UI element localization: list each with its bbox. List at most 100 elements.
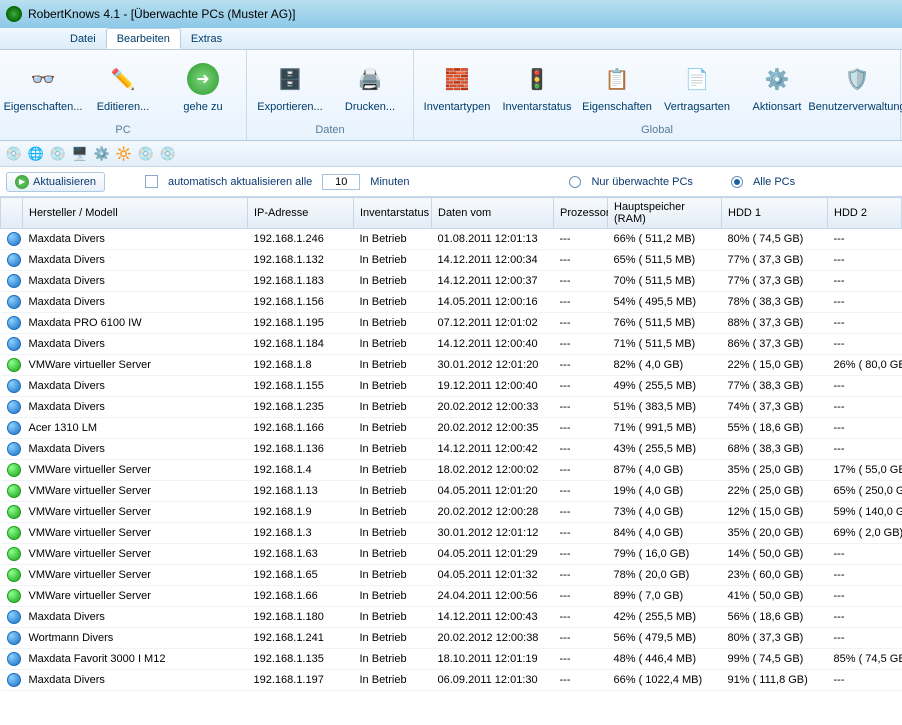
toolbar-btn-0[interactable]: 💿 (4, 144, 24, 164)
col-header-3[interactable]: Inventarstatus (354, 198, 432, 229)
table-row[interactable]: Maxdata Divers192.168.1.180In Betrieb14.… (1, 607, 902, 628)
cell: --- (554, 439, 608, 460)
col-header-2[interactable]: IP-Adresse (248, 198, 354, 229)
cell: 48% ( 446,4 MB) (608, 649, 722, 670)
table-row[interactable]: VMWare virtueller Server192.168.1.8In Be… (1, 355, 902, 376)
menu-item-bearbeiten[interactable]: Bearbeiten (106, 28, 181, 49)
refresh-button[interactable]: ▶ Aktualisieren (6, 172, 105, 192)
table-row[interactable]: Maxdata Divers192.168.1.197In Betrieb06.… (1, 670, 902, 691)
ribbon-group-global: InventartypenInventarstatusEigenschaften… (414, 50, 901, 140)
cell: In Betrieb (354, 439, 432, 460)
col-header-6[interactable]: Hauptspeicher (RAM) (608, 198, 722, 229)
global-props-btn[interactable]: Eigenschaften (578, 54, 656, 122)
cell: 26% ( 80,0 GB) (828, 355, 902, 376)
col-header-0[interactable] (1, 198, 23, 229)
cell: In Betrieb (354, 523, 432, 544)
cell: 91% ( 111,8 GB) (722, 670, 828, 691)
cell: --- (828, 418, 902, 439)
filter-bar: ▶ Aktualisieren automatisch aktualisiere… (0, 167, 902, 197)
status-icon (7, 589, 21, 603)
cell: Maxdata Divers (23, 439, 248, 460)
useradmin-btn[interactable]: Benutzerverwaltung (818, 54, 896, 122)
toolbar-btn-4[interactable]: ⚙️ (92, 144, 112, 164)
cell: --- (828, 607, 902, 628)
col-header-8[interactable]: HDD 2 (828, 198, 902, 229)
cell (1, 313, 23, 334)
table-row[interactable]: Maxdata Divers192.168.1.136In Betrieb14.… (1, 439, 902, 460)
table-row[interactable]: Maxdata Divers192.168.1.246In Betrieb01.… (1, 229, 902, 250)
toolbar-btn-7[interactable]: 💿 (158, 144, 178, 164)
cell (1, 439, 23, 460)
table-row[interactable]: VMWare virtueller Server192.168.1.13In B… (1, 481, 902, 502)
table-row[interactable]: Maxdata Divers192.168.1.183In Betrieb14.… (1, 271, 902, 292)
table-row[interactable]: Maxdata Divers192.168.1.155In Betrieb19.… (1, 376, 902, 397)
table-row[interactable]: VMWare virtueller Server192.168.1.9In Be… (1, 502, 902, 523)
cell (1, 544, 23, 565)
edit-btn-label: Editieren... (97, 101, 150, 113)
interval-input[interactable] (322, 174, 360, 190)
toolbar-btn-2[interactable]: 💿 (48, 144, 68, 164)
cell: --- (554, 565, 608, 586)
cell: --- (554, 292, 608, 313)
invstatus-btn[interactable]: Inventarstatus (498, 54, 576, 122)
contracts-btn[interactable]: Vertragsarten (658, 54, 736, 122)
cell: --- (554, 586, 608, 607)
status-icon (7, 253, 21, 267)
cell (1, 292, 23, 313)
menu-item-datei[interactable]: Datei (60, 28, 106, 49)
cell: 192.168.1.135 (248, 649, 354, 670)
table-row[interactable]: Maxdata Favorit 3000 I M12192.168.1.135I… (1, 649, 902, 670)
menu-item-extras[interactable]: Extras (181, 28, 232, 49)
cell: Acer 1310 LM (23, 418, 248, 439)
useradmin-btn-label: Benutzerverwaltung (808, 101, 902, 113)
table-row[interactable]: VMWare virtueller Server192.168.1.65In B… (1, 565, 902, 586)
table-row[interactable]: Maxdata Divers192.168.1.184In Betrieb14.… (1, 334, 902, 355)
table-row[interactable]: Maxdata Divers192.168.1.235In Betrieb20.… (1, 397, 902, 418)
col-header-7[interactable]: HDD 1 (722, 198, 828, 229)
ribbon-group-pc: Eigenschaften...Editieren...➜gehe zuPC (0, 50, 247, 140)
table-row[interactable]: VMWare virtueller Server192.168.1.4In Be… (1, 460, 902, 481)
table-row[interactable]: Maxdata PRO 6100 IW192.168.1.195In Betri… (1, 313, 902, 334)
toolbar-btn-6[interactable]: 💿 (136, 144, 156, 164)
table-row[interactable]: Maxdata Divers192.168.1.132In Betrieb14.… (1, 250, 902, 271)
table-row[interactable]: VMWare virtueller Server192.168.1.3In Be… (1, 523, 902, 544)
print-btn[interactable]: Drucken... (331, 54, 409, 122)
cell (1, 376, 23, 397)
table-row[interactable]: Wortmann Divers192.168.1.241In Betrieb20… (1, 628, 902, 649)
cell: 24.04.2011 12:00:56 (432, 586, 554, 607)
toolbar-btn-1[interactable]: 🌐 (26, 144, 46, 164)
properties-btn[interactable]: Eigenschaften... (4, 54, 82, 122)
table-row[interactable]: VMWare virtueller Server192.168.1.63In B… (1, 544, 902, 565)
cell: 192.168.1.166 (248, 418, 354, 439)
pc-table: Hersteller / ModellIP-AdresseInventarsta… (0, 197, 902, 691)
table-row[interactable]: Acer 1310 LM192.168.1.166In Betrieb20.02… (1, 418, 902, 439)
table-row[interactable]: VMWare virtueller Server192.168.1.66In B… (1, 586, 902, 607)
toolbar-btn-5[interactable]: 🔆 (114, 144, 134, 164)
cell (1, 229, 23, 250)
cell: --- (554, 334, 608, 355)
table-row[interactable]: Maxdata Divers192.168.1.156In Betrieb14.… (1, 292, 902, 313)
col-header-4[interactable]: Daten vom (432, 198, 554, 229)
export-btn[interactable]: Exportieren... (251, 54, 329, 122)
cell: --- (554, 313, 608, 334)
toolbar-btn-3[interactable]: 🖥️ (70, 144, 90, 164)
actiontype-btn[interactable]: Aktionsart (738, 54, 816, 122)
auto-refresh-checkbox[interactable] (145, 175, 158, 188)
cell: 192.168.1.183 (248, 271, 354, 292)
goto-btn[interactable]: ➜gehe zu (164, 54, 242, 122)
cell: 192.168.1.8 (248, 355, 354, 376)
radio-watched[interactable] (569, 176, 581, 188)
col-header-1[interactable]: Hersteller / Modell (23, 198, 248, 229)
col-header-5[interactable]: Prozessor (554, 198, 608, 229)
cell: Maxdata Favorit 3000 I M12 (23, 649, 248, 670)
cell: 82% ( 4,0 GB) (608, 355, 722, 376)
cell: 192.168.1.197 (248, 670, 354, 691)
cell (1, 628, 23, 649)
cell: 192.168.1.9 (248, 502, 354, 523)
cell: 192.168.1.13 (248, 481, 354, 502)
cell: 30.01.2012 12:01:12 (432, 523, 554, 544)
radio-all[interactable] (731, 176, 743, 188)
edit-btn[interactable]: Editieren... (84, 54, 162, 122)
cell (1, 418, 23, 439)
invtypes-btn[interactable]: Inventartypen (418, 54, 496, 122)
